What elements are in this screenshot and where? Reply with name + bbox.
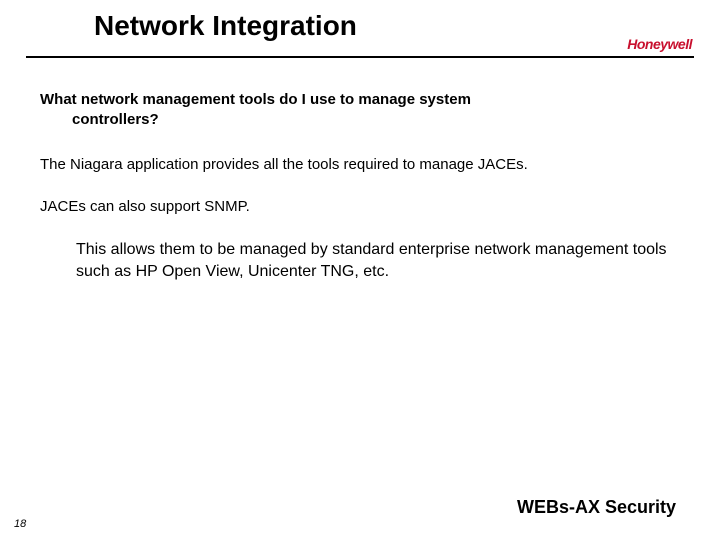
header-divider xyxy=(26,56,694,58)
brand-logo: Honeywell xyxy=(627,36,692,52)
footer-title: WEBs-AX Security xyxy=(517,497,676,518)
body-paragraph-2: JACEs can also support SNMP. xyxy=(40,197,680,217)
slide-title: Network Integration xyxy=(94,10,357,42)
question-heading: What network management tools do I use t… xyxy=(40,90,680,131)
content-area: What network management tools do I use t… xyxy=(40,90,680,282)
question-line2: controllers? xyxy=(40,110,680,130)
page-number: 18 xyxy=(14,518,26,530)
body-paragraph-3: This allows them to be managed by standa… xyxy=(76,239,670,282)
body-paragraph-1: The Niagara application provides all the… xyxy=(40,155,680,175)
question-line1: What network management tools do I use t… xyxy=(40,91,471,108)
